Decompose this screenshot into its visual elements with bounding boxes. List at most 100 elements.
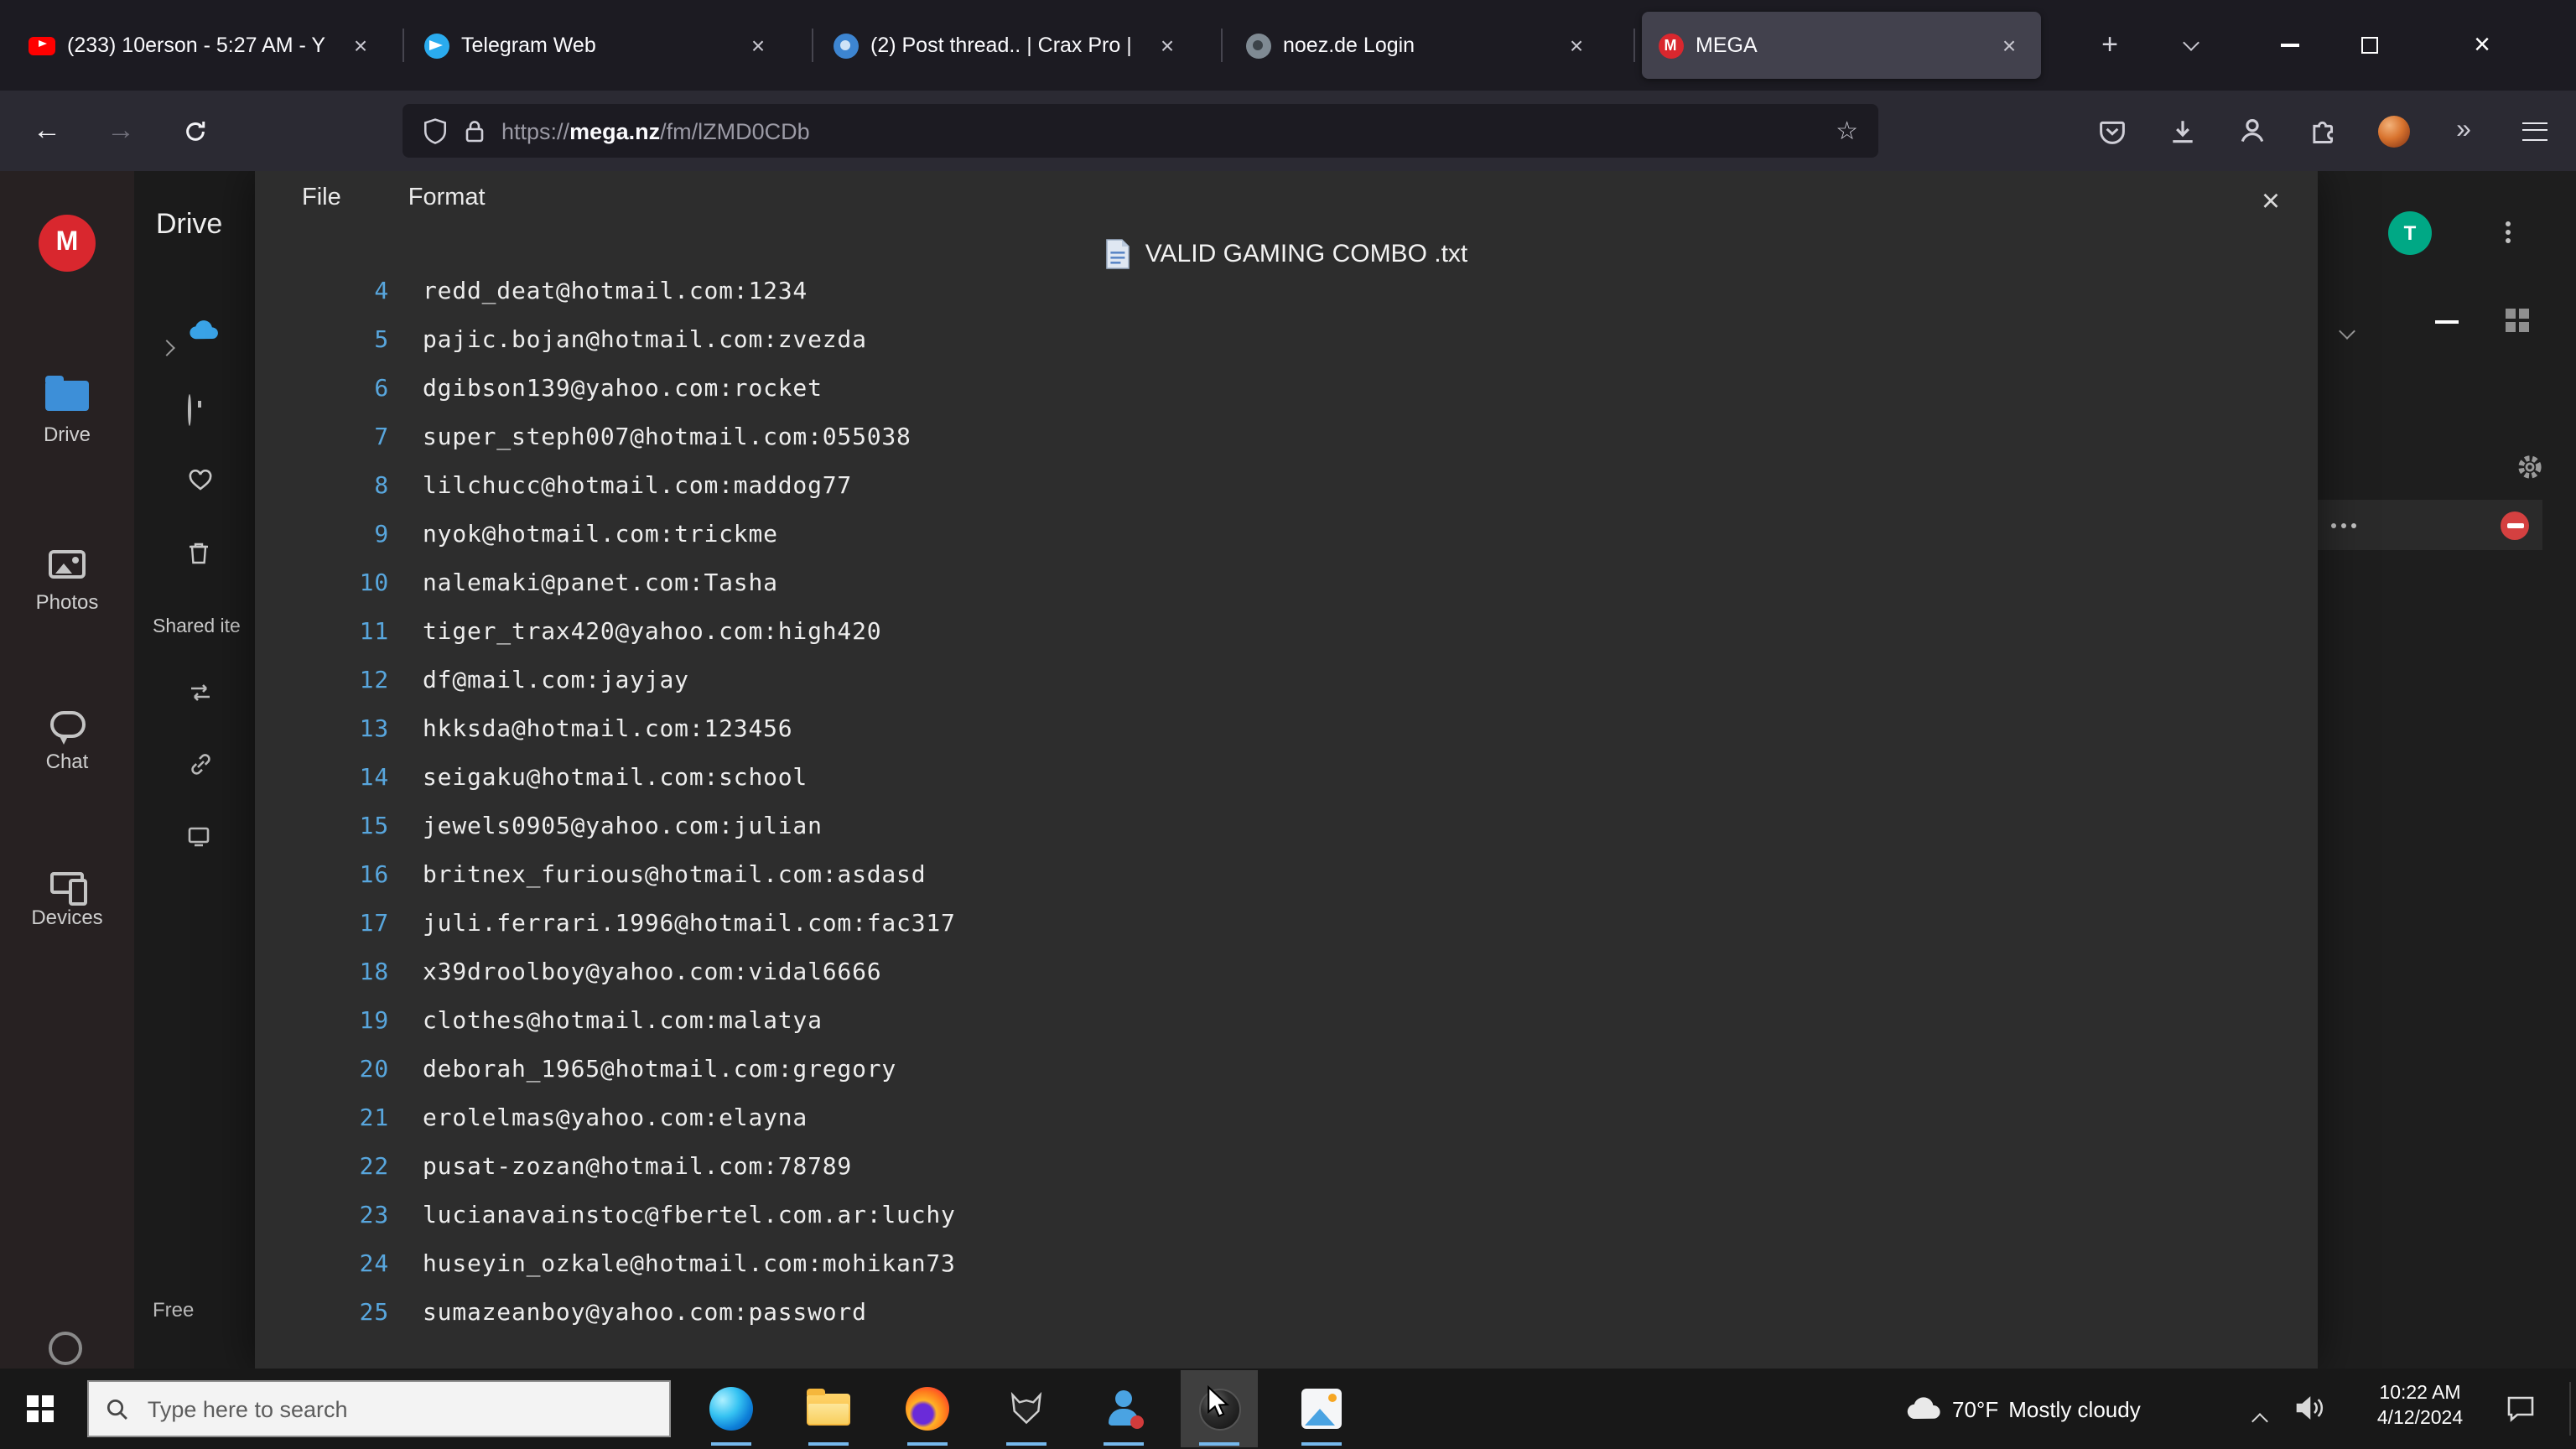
- action-center-button[interactable]: [2506, 1394, 2536, 1431]
- screen: (233) 10erson - 5:27 AM - Y × Telegram W…: [0, 0, 2576, 1449]
- pocket-button[interactable]: [2076, 104, 2147, 158]
- show-desktop-button[interactable]: [2569, 1382, 2576, 1436]
- menu-format[interactable]: Format: [408, 184, 486, 211]
- volume-button[interactable]: [2294, 1394, 2326, 1431]
- tray-overflow-button[interactable]: [2254, 1405, 2266, 1436]
- mega-logo[interactable]: M: [39, 215, 96, 272]
- rail-item-chat[interactable]: Chat: [0, 711, 134, 773]
- file-line: 15 jewels0905@yahoo.com:julian: [302, 802, 2304, 850]
- shield-icon[interactable]: [423, 117, 448, 144]
- weather-widget[interactable]: 70°F Mostly cloudy: [1952, 1368, 2141, 1449]
- bookmark-star-icon[interactable]: ☆: [1836, 116, 1858, 146]
- taskbar-app-photos[interactable]: [1283, 1370, 1360, 1447]
- extensions-button[interactable]: [2288, 104, 2358, 158]
- tab-close-icon[interactable]: ×: [1150, 29, 1184, 62]
- app-menu-button[interactable]: [2499, 104, 2569, 158]
- tab-close-icon[interactable]: ×: [1560, 29, 1593, 62]
- taskbar-app-edge[interactable]: [693, 1370, 770, 1447]
- file-line: 21 erolelmas@yahoo.com:elayna: [302, 1093, 2304, 1142]
- tab-close-icon[interactable]: ×: [741, 29, 775, 62]
- taskbar-app-contacts[interactable]: [1085, 1370, 1162, 1447]
- mega-favicon: M: [1657, 32, 1684, 59]
- line-number: 8: [302, 472, 389, 499]
- shared-items-label[interactable]: Shared ite: [153, 617, 253, 637]
- taskbar-app-firefox[interactable]: [889, 1370, 966, 1447]
- viewer-menu-bar: File Format: [255, 171, 2318, 225]
- tab-separator: [402, 29, 404, 62]
- downloads-button[interactable]: [2147, 104, 2217, 158]
- help-icon[interactable]: [49, 1332, 82, 1365]
- file-row[interactable]: [2318, 500, 2542, 550]
- tab-close-icon[interactable]: ×: [344, 29, 377, 62]
- taskbar-search[interactable]: [87, 1380, 671, 1437]
- overflow-menu-button[interactable]: »: [2428, 104, 2499, 158]
- reload-icon: [182, 118, 207, 143]
- url-path: /fm/lZMD0CDb: [660, 118, 810, 143]
- sort-chevron-icon[interactable]: [2341, 315, 2353, 345]
- notification-icon: [2506, 1394, 2536, 1422]
- start-button[interactable]: [0, 1368, 80, 1449]
- line-text: deborah_1965@hotmail.com:gregory: [423, 1056, 896, 1083]
- tab-mega-active[interactable]: M MEGA ×: [1642, 12, 2041, 79]
- rail-item-devices[interactable]: Devices: [0, 872, 134, 929]
- new-tab-button[interactable]: +: [2086, 22, 2133, 69]
- file-line: 24 huseyin_ozkale@hotmail.com:mohikan73: [302, 1239, 2304, 1288]
- tab-close-icon[interactable]: ×: [1992, 29, 2026, 62]
- recents-clock-icon[interactable]: [188, 396, 191, 426]
- tab-youtube[interactable]: (233) 10erson - 5:27 AM - Y ×: [13, 12, 392, 79]
- weather-cloud-icon[interactable]: [1905, 1395, 1942, 1429]
- address-bar[interactable]: https://mega.nz/fm/lZMD0CDb ☆: [402, 104, 1878, 158]
- row-context-menu-icon[interactable]: [2331, 522, 2336, 527]
- account-avatar[interactable]: T: [2388, 211, 2432, 255]
- line-number: 22: [302, 1153, 389, 1180]
- line-number: 14: [302, 764, 389, 791]
- cloud-drive-icon[interactable]: [188, 319, 220, 349]
- back-button[interactable]: ←: [18, 104, 75, 158]
- taskbar-app-explorer[interactable]: [790, 1370, 867, 1447]
- line-text: pajic.bojan@hotmail.com:zvezda: [423, 326, 867, 353]
- file-line: 11 tiger_trax420@yahoo.com:high420: [302, 607, 2304, 656]
- weather-condition: Mostly cloudy: [2008, 1396, 2141, 1421]
- document-icon: [1105, 237, 1130, 269]
- reload-button[interactable]: [166, 104, 223, 158]
- rail-item-photos[interactable]: Photos: [0, 550, 134, 614]
- tab-telegram[interactable]: Telegram Web ×: [408, 12, 790, 79]
- window-close-button[interactable]: ×: [2432, 0, 2532, 91]
- line-text: sumazeanboy@yahoo.com:password: [423, 1299, 867, 1326]
- window-minimize-button[interactable]: [2251, 0, 2328, 91]
- tree-expand-icon[interactable]: [161, 332, 173, 362]
- tab-craxpro[interactable]: (2) Post thread.. | Crax Pro | ×: [817, 12, 1199, 79]
- browser-tab-bar: (233) 10erson - 5:27 AM - Y × Telegram W…: [0, 0, 2576, 91]
- grid-view-toggle[interactable]: [2506, 309, 2529, 332]
- list-all-tabs-button[interactable]: [2167, 22, 2214, 69]
- window-maximize-button[interactable]: [2331, 0, 2408, 91]
- tab-noez[interactable]: noez.de Login ×: [1229, 12, 1608, 79]
- mega-nav-panel: Drive Shared ite Free: [134, 171, 255, 1368]
- rail-label: Chat: [46, 750, 89, 773]
- rubbish-bin-icon[interactable]: [188, 540, 210, 574]
- taskbar-clock[interactable]: 10:22 AM 4/12/2024: [2348, 1382, 2492, 1432]
- url-domain: mega.nz: [569, 118, 660, 143]
- line-number: 25: [302, 1299, 389, 1326]
- tab-title: (233) 10erson - 5:27 AM - Y: [67, 34, 332, 57]
- account-button[interactable]: [2217, 104, 2288, 158]
- file-line: 8 lilchucc@hotmail.com:maddog77: [302, 461, 2304, 510]
- forward-button[interactable]: →: [92, 104, 149, 158]
- line-text: tiger_trax420@yahoo.com:high420: [423, 618, 881, 645]
- menu-file[interactable]: File: [302, 184, 341, 211]
- url-text[interactable]: https://mega.nz/fm/lZMD0CDb: [501, 118, 810, 143]
- more-options-icon[interactable]: [2506, 221, 2511, 226]
- file-content[interactable]: 4 redd_deat@hotmail.com:1234 5 pajic.boj…: [302, 278, 2304, 1368]
- search-input[interactable]: [144, 1394, 652, 1423]
- backup-device-icon[interactable]: [188, 825, 215, 855]
- settings-gear-icon[interactable]: [2516, 453, 2544, 490]
- viewer-close-button[interactable]: ×: [2251, 183, 2291, 223]
- favourites-heart-icon[interactable]: [188, 470, 213, 500]
- rail-item-drive[interactable]: Drive: [0, 376, 134, 446]
- noez-favicon: [1244, 32, 1271, 59]
- link-icon[interactable]: [188, 751, 213, 785]
- extension-badge-button[interactable]: [2358, 104, 2428, 158]
- lock-icon[interactable]: [465, 118, 485, 143]
- transfers-icon[interactable]: [188, 681, 213, 713]
- taskbar-app-wolf[interactable]: [988, 1370, 1065, 1447]
